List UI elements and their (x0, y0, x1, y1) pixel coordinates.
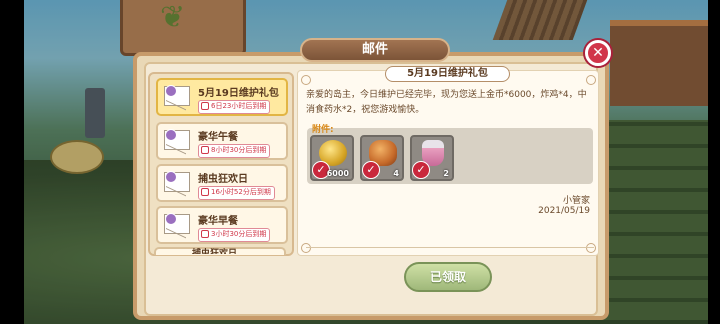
mail-title-partial: 捕虫狂欢日 (192, 249, 238, 254)
left-black-bar (0, 0, 24, 324)
envelope-icon (164, 171, 190, 192)
envelope-icon (164, 85, 190, 106)
mail-body: 亲爱的岛主，今日维护已经完毕，现为您送上金币*6000，炸鸡*4，中消食药水*2… (306, 90, 587, 115)
mail-list[interactable]: 5月19日维护礼包 6日23小时后到期 豪华午餐 8小时30分后到期 捕虫狂欢日… (148, 72, 294, 256)
mail-expire-text: 6日23小时后到期 (211, 102, 267, 110)
mail-sender: 小管家 (562, 196, 590, 206)
mail-expire: 16小时52分后到期 (198, 186, 275, 200)
clock-icon (201, 146, 209, 154)
attachment-qty: 2 (443, 169, 449, 178)
corner-ornament (301, 243, 311, 253)
checkmark-icon: ✓ (362, 161, 380, 179)
mail-item[interactable]: 捕虫狂欢日 16小时52分后到期 (156, 164, 288, 202)
mail-expire: 3小时30分后到期 (198, 228, 271, 242)
mail-item[interactable]: 5月19日维护礼包 6日23小时后到期 (156, 78, 288, 116)
clock-icon (201, 102, 209, 110)
mail-expire-text: 3小时30分后到期 (211, 230, 267, 238)
envelope-icon (164, 213, 190, 234)
mail-expire: 8小时30分后到期 (198, 144, 271, 158)
flower-badge-icon (165, 85, 177, 97)
mail-expire-text: 8小时30分后到期 (211, 146, 267, 154)
clock-icon (201, 188, 209, 196)
divider (306, 247, 594, 248)
attachment-slot[interactable]: ✓ 2 (410, 135, 454, 181)
flower-badge-icon (165, 213, 177, 225)
corner-ornament (301, 75, 311, 85)
corner-ornament (586, 75, 596, 85)
corner-ornament (586, 243, 596, 253)
mail-title: 捕虫狂欢日 (198, 174, 248, 185)
mail-title: 5月19日维护礼包 (198, 88, 279, 99)
checkmark-icon: ✓ (412, 161, 430, 179)
mail-date: 2021/05/19 (538, 206, 590, 216)
dialog-title: 邮件 (300, 38, 450, 62)
mail-expire-text: 16小时52分后到期 (211, 188, 271, 196)
mail-title: 豪华午餐 (198, 132, 238, 143)
close-button[interactable]: ✕ (585, 40, 611, 66)
mail-subject: 5月19日维护礼包 (385, 66, 510, 82)
mail-item[interactable]: 豪华午餐 8小时30分后到期 (156, 122, 288, 160)
flower-badge-icon (165, 129, 177, 141)
attachment-qty: 6000 (326, 169, 349, 178)
clock-icon (201, 230, 209, 238)
mail-item[interactable]: 豪华早餐 3小时30分后到期 (156, 206, 288, 244)
attachment-slot[interactable]: ✓ 6000 (310, 135, 354, 181)
envelope-icon (164, 129, 190, 150)
attachment-qty: 4 (393, 169, 399, 178)
mail-expire: 6日23小时后到期 (198, 100, 271, 114)
right-black-bar (708, 0, 720, 324)
flower-badge-icon (165, 171, 177, 183)
mail-title: 豪华早餐 (198, 216, 238, 227)
close-icon: ✕ (592, 45, 604, 61)
attachment-slot[interactable]: ✓ 4 (360, 135, 404, 181)
attachments-label: 附件: (312, 125, 334, 135)
claim-button[interactable]: 已领取 (404, 262, 492, 292)
